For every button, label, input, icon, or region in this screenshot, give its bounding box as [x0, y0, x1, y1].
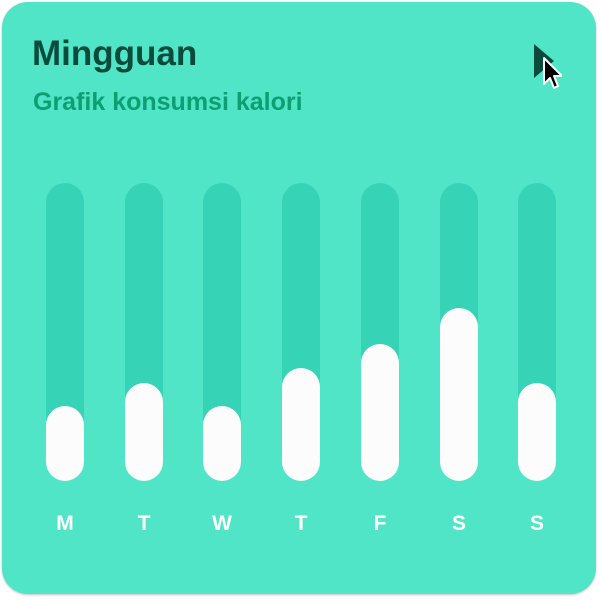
bar-fill: [125, 383, 163, 481]
bar-track: [440, 183, 478, 481]
weekly-bar-chart: MTWTFSS: [2, 2, 596, 594]
day-label: T: [294, 512, 308, 535]
bar-track: [125, 183, 163, 481]
bar-track: [282, 183, 320, 481]
bar-fill: [282, 368, 320, 481]
day-label: W: [212, 512, 232, 535]
bar-track: [203, 183, 241, 481]
bar-track: [46, 183, 84, 481]
day-label: M: [56, 512, 74, 535]
day-label: S: [529, 512, 544, 535]
day-label: T: [137, 512, 151, 535]
day-label: S: [451, 512, 466, 535]
bar-track: [518, 183, 556, 481]
bar-fill: [518, 383, 556, 481]
bar-fill: [440, 308, 478, 481]
bar-fill: [203, 406, 241, 481]
bar-track: [361, 183, 399, 481]
bar-fill: [46, 406, 84, 481]
bar-fill: [361, 344, 399, 481]
weekly-calorie-card: Mingguan Grafik konsumsi kalori MTWTFSS: [2, 2, 596, 594]
day-label: F: [373, 512, 387, 535]
